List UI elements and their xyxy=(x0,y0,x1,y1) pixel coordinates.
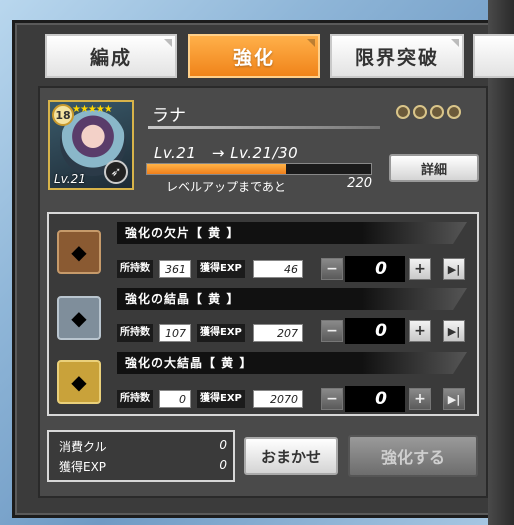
ring-icon xyxy=(413,105,427,119)
cost-value: 0 xyxy=(219,438,227,452)
next-level-value: 220 xyxy=(347,176,372,191)
ring-icon xyxy=(447,105,461,119)
tab-next[interactable] xyxy=(473,34,514,78)
ring-icon xyxy=(430,105,444,119)
tab-formation[interactable]: 編成 xyxy=(45,34,177,78)
exp-gain-label: 獲得EXP xyxy=(59,460,107,474)
plus-button[interactable]: + xyxy=(409,258,431,280)
max-button[interactable]: ▶| xyxy=(443,320,465,342)
enhance-button[interactable]: 強化する xyxy=(348,435,478,477)
exp-value: 207 xyxy=(253,324,303,342)
exp-value: 2070 xyxy=(253,390,303,408)
cost-label: 消費クル xyxy=(59,440,107,454)
detail-button[interactable]: 詳細 xyxy=(389,154,479,182)
exp-gain-row: 獲得EXP 0 xyxy=(59,458,227,475)
tab-bar: 編成 強化 限界突破 xyxy=(45,34,514,78)
owned-value: 0 xyxy=(159,390,191,408)
corner-icon xyxy=(451,39,459,47)
right-edge xyxy=(488,0,514,525)
material-name: 強化の大結晶【 黄 】 xyxy=(117,352,467,374)
crystal-shard-icon: ◆ xyxy=(57,230,101,274)
ring-icon xyxy=(396,105,410,119)
exp-label: 獲得EXP xyxy=(197,324,245,342)
auto-select-button[interactable]: おまかせ xyxy=(244,437,338,475)
minus-button[interactable]: − xyxy=(321,320,343,342)
crystal-icon: ◆ xyxy=(57,296,101,340)
quantity-display: 0 xyxy=(345,386,405,412)
limit-break-rings xyxy=(396,105,461,119)
summary-box: 消費クル 0 獲得EXP 0 xyxy=(47,430,235,482)
card-level: Lv.21 xyxy=(54,172,86,186)
large-crystal-icon: ◆ xyxy=(57,360,101,404)
character-card[interactable]: ★★★★★ 18 Lv.21 ➶ xyxy=(48,100,134,190)
quantity-display: 0 xyxy=(345,318,405,344)
exp-gain-value: 0 xyxy=(219,458,227,472)
tab-limit-break[interactable]: 限界突破 xyxy=(330,34,464,78)
tab-enhance-label: 強化 xyxy=(232,46,275,69)
exp-value: 46 xyxy=(253,260,303,278)
rarity-stars: ★★★★★ xyxy=(72,104,113,115)
level-badge: 18 xyxy=(52,104,74,126)
max-button[interactable]: ▶| xyxy=(443,258,465,280)
exp-bar-fill xyxy=(147,164,286,174)
exp-label: 獲得EXP xyxy=(197,260,245,278)
corner-icon xyxy=(164,39,172,47)
cost-row: 消費クル 0 xyxy=(59,438,227,455)
quantity-display: 0 xyxy=(345,256,405,282)
exp-bar xyxy=(146,163,372,175)
level-text: Lv.21 → Lv.21/30 xyxy=(154,144,299,162)
materials-list: ◆ 強化の欠片【 黄 】 所持数 361 獲得EXP 46 − 0 + ▶| ◆… xyxy=(47,212,479,416)
plus-button[interactable]: + xyxy=(409,320,431,342)
owned-value: 107 xyxy=(159,324,191,342)
material-row: ◆ 強化の大結晶【 黄 】 所持数 0 獲得EXP 2070 − 0 + ▶| xyxy=(49,350,477,412)
exp-label: 獲得EXP xyxy=(197,390,245,408)
bow-class-icon: ➶ xyxy=(104,160,128,184)
owned-value: 361 xyxy=(159,260,191,278)
next-level-label: レベルアップまであと xyxy=(166,180,286,194)
name-underline xyxy=(148,126,380,129)
material-row: ◆ 強化の欠片【 黄 】 所持数 361 獲得EXP 46 − 0 + ▶| xyxy=(49,220,477,282)
minus-button[interactable]: − xyxy=(321,258,343,280)
minus-button[interactable]: − xyxy=(321,388,343,410)
owned-label: 所持数 xyxy=(117,260,153,278)
owned-label: 所持数 xyxy=(117,390,153,408)
owned-label: 所持数 xyxy=(117,324,153,342)
material-name: 強化の結晶【 黄 】 xyxy=(117,288,467,310)
material-row: ◆ 強化の結晶【 黄 】 所持数 107 獲得EXP 207 − 0 + ▶| xyxy=(49,286,477,346)
character-name: ラナ xyxy=(152,106,186,126)
plus-button[interactable]: + xyxy=(409,388,431,410)
max-button[interactable]: ▶| xyxy=(443,388,465,410)
material-name: 強化の欠片【 黄 】 xyxy=(117,222,467,244)
tab-enhance[interactable]: 強化 xyxy=(188,34,320,78)
tab-formation-label: 編成 xyxy=(89,46,132,69)
tab-limit-break-label: 限界突破 xyxy=(354,46,439,69)
corner-icon xyxy=(307,39,315,47)
